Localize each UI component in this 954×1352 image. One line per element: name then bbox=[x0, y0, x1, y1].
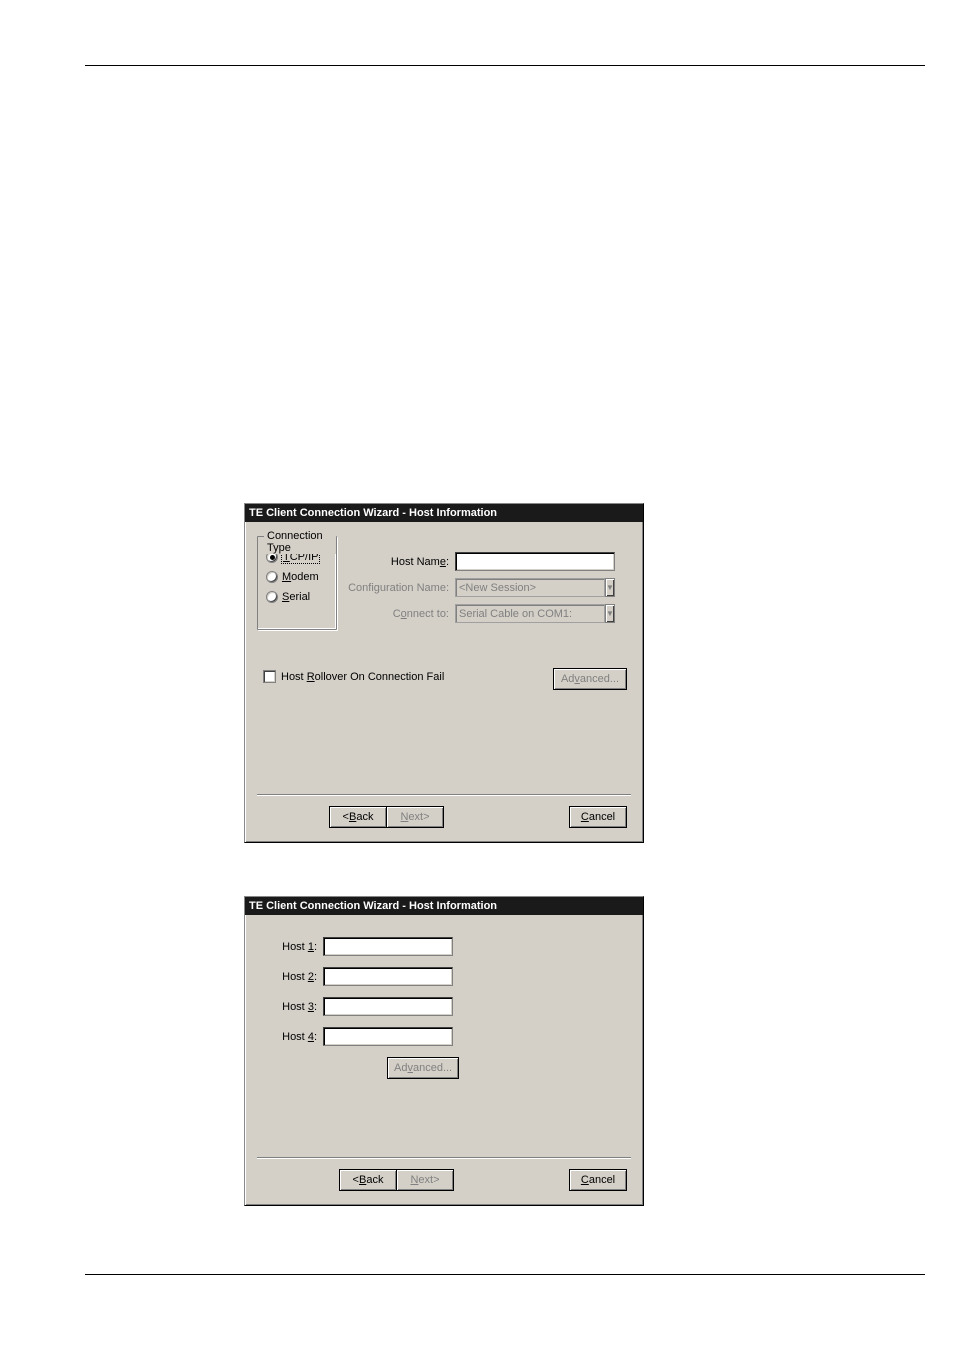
host4-input[interactable] bbox=[323, 1027, 453, 1046]
dialog-separator bbox=[257, 794, 631, 796]
rollover-checkbox[interactable]: Host Rollover On Connection Fail bbox=[263, 670, 444, 683]
connection-type-fieldset: Connection Type TCP/IP Modem Serial bbox=[257, 536, 337, 630]
dialog-separator bbox=[257, 1157, 631, 1159]
dialog-title: TE Client Connection Wizard - Host Infor… bbox=[249, 507, 497, 519]
host1-label: Host 1: bbox=[279, 941, 323, 953]
host2-label: Host 2: bbox=[279, 971, 323, 983]
cancel-button[interactable]: Cancel bbox=[569, 806, 627, 828]
next-button: Next> bbox=[386, 806, 444, 828]
radio-modem-label: Modem bbox=[282, 571, 319, 583]
host4-label: Host 4: bbox=[279, 1031, 323, 1043]
host-info-dialog-2: TE Client Connection Wizard - Host Infor… bbox=[244, 896, 644, 1206]
advanced-button: Advanced... bbox=[553, 668, 627, 690]
host1-input[interactable] bbox=[323, 937, 453, 956]
host-name-label: Host Name: bbox=[345, 556, 455, 568]
back-button[interactable]: <Back bbox=[339, 1169, 397, 1191]
radio-modem[interactable]: Modem bbox=[266, 571, 328, 583]
connect-to-combo: ▼ bbox=[455, 604, 615, 623]
page-top-rule bbox=[85, 65, 925, 66]
radio-serial[interactable]: Serial bbox=[266, 591, 328, 603]
radio-serial-indicator bbox=[266, 591, 278, 603]
connect-to-input bbox=[455, 604, 605, 623]
host3-label: Host 3: bbox=[279, 1001, 323, 1013]
config-name-label: Configuration Name: bbox=[345, 582, 455, 594]
radio-modem-indicator bbox=[266, 571, 278, 583]
titlebar: TE Client Connection Wizard - Host Infor… bbox=[245, 897, 643, 915]
advanced-button: Advanced... bbox=[387, 1057, 459, 1079]
dialog-title: TE Client Connection Wizard - Host Infor… bbox=[249, 900, 497, 912]
cancel-button[interactable]: Cancel bbox=[569, 1169, 627, 1191]
config-name-dropdown-button: ▼ bbox=[605, 578, 615, 597]
connect-to-label: Connect to: bbox=[345, 608, 455, 620]
connect-to-dropdown-button: ▼ bbox=[605, 604, 615, 623]
host3-input[interactable] bbox=[323, 997, 453, 1016]
config-name-input bbox=[455, 578, 605, 597]
config-name-combo: ▼ bbox=[455, 578, 615, 597]
host-name-input[interactable] bbox=[455, 552, 615, 571]
radio-serial-label: Serial bbox=[282, 591, 310, 603]
back-button[interactable]: <Back bbox=[329, 806, 387, 828]
host-info-dialog-1: TE Client Connection Wizard - Host Infor… bbox=[244, 503, 644, 843]
dialog-body: Connection Type TCP/IP Modem Serial Host… bbox=[245, 522, 643, 842]
next-button: Next> bbox=[396, 1169, 454, 1191]
dialog-body: Host 1: Host 2: Host 3: Host 4: Advanced… bbox=[245, 915, 643, 1205]
page-bottom-rule bbox=[85, 1274, 925, 1275]
rollover-label: Host Rollover On Connection Fail bbox=[281, 671, 444, 683]
rollover-checkbox-box bbox=[263, 670, 276, 683]
titlebar: TE Client Connection Wizard - Host Infor… bbox=[245, 504, 643, 522]
connection-type-legend: Connection Type bbox=[264, 530, 336, 554]
host2-input[interactable] bbox=[323, 967, 453, 986]
